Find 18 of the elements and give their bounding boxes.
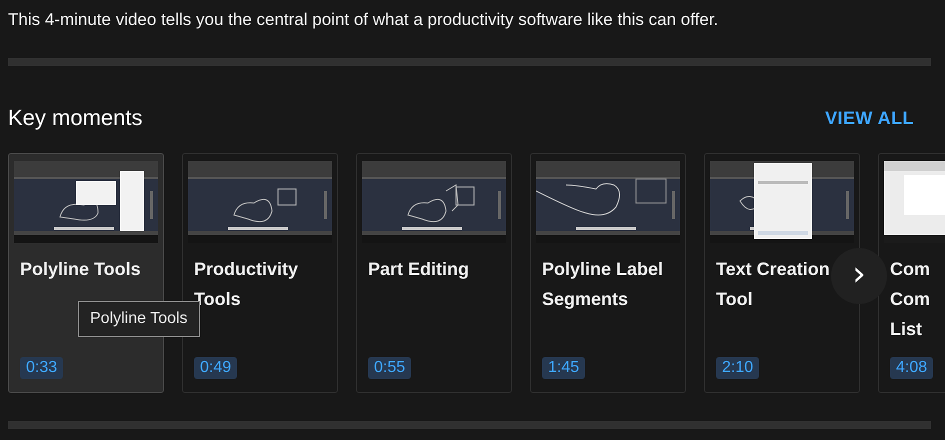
description-text: This 4-minute video tells you the central point of what a productivity software like this can offer. <box>8 9 718 31</box>
moment-card[interactable]: Com Com List 4:08 <box>878 153 945 393</box>
moment-title: Polyline Label Segments <box>541 258 664 311</box>
timestamp-badge: 2:10 <box>716 357 760 379</box>
tooltip: Polyline Tools <box>78 301 200 337</box>
timestamp-badge: 1:45 <box>542 357 586 379</box>
moment-card[interactable]: Part Editing 0:55 <box>356 153 512 393</box>
timestamp-badge: 0:33 <box>20 357 64 379</box>
moment-title: Polyline Tools <box>19 258 142 281</box>
view-all-link[interactable]: VIEW ALL <box>825 104 914 132</box>
timestamp-badge: 4:08 <box>890 357 934 379</box>
timestamp-badge: 0:55 <box>368 357 412 379</box>
moment-card[interactable]: Polyline Label Segments 1:45 <box>530 153 686 393</box>
timestamp-badge: 0:49 <box>194 357 238 379</box>
moment-title: Part Editing <box>367 258 470 281</box>
moment-title: Text Creation Tool <box>715 258 831 311</box>
moment-title: Com Com List <box>889 258 931 341</box>
section-title: Key moments <box>8 104 142 132</box>
